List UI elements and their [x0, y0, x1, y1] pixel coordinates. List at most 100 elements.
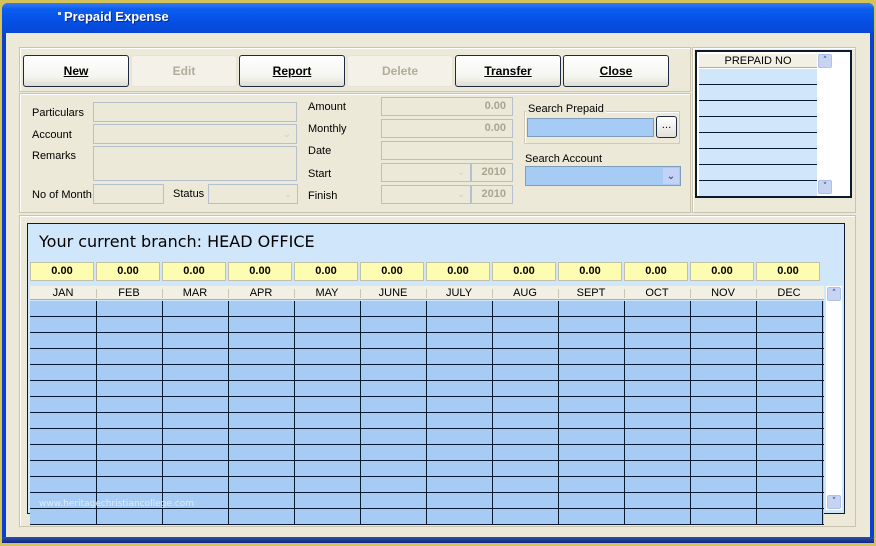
- grid-cell-oct[interactable]: [624, 317, 691, 333]
- grid-cell-feb[interactable]: [96, 477, 163, 493]
- grid-cell-dec[interactable]: [756, 493, 823, 509]
- grid-cell-july[interactable]: [426, 333, 493, 349]
- grid-cell-july[interactable]: [426, 445, 493, 461]
- grid-cell-nov[interactable]: [690, 317, 757, 333]
- grid-cell-aug[interactable]: [492, 301, 559, 317]
- column-header-nov[interactable]: NOV: [690, 286, 756, 300]
- grid-cell-aug[interactable]: [492, 461, 559, 477]
- table-row[interactable]: [30, 413, 824, 429]
- grid-cell-oct[interactable]: [624, 445, 691, 461]
- prepaid-list-row[interactable]: [699, 117, 817, 133]
- prepaid-no-column-header[interactable]: PREPAID NO: [699, 54, 817, 68]
- grid-cell-mar[interactable]: [162, 445, 229, 461]
- grid-cell-aug[interactable]: [492, 493, 559, 509]
- grid-cell-jan[interactable]: [30, 365, 97, 381]
- grid-cell-nov[interactable]: [690, 445, 757, 461]
- table-row[interactable]: [30, 381, 824, 397]
- grid-cell-dec[interactable]: [756, 301, 823, 317]
- grid-cell-july[interactable]: [426, 349, 493, 365]
- grid-cell-aug[interactable]: [492, 445, 559, 461]
- table-row[interactable]: [30, 317, 824, 333]
- grid-cell-feb[interactable]: [96, 365, 163, 381]
- grid-cell-mar[interactable]: [162, 477, 229, 493]
- scroll-down-icon[interactable]: ˅: [818, 180, 832, 194]
- title-bar[interactable]: Prepaid Expense: [2, 3, 874, 33]
- grid-cell-june[interactable]: [360, 509, 427, 525]
- grid-cell-jan[interactable]: [30, 509, 97, 525]
- column-separator[interactable]: [360, 289, 361, 298]
- grid-cell-oct[interactable]: [624, 493, 691, 509]
- grid-cell-sept[interactable]: [558, 301, 625, 317]
- grid-cell-dec[interactable]: [756, 445, 823, 461]
- grid-cell-feb[interactable]: [96, 509, 163, 525]
- table-row[interactable]: [30, 365, 824, 381]
- grid-cell-oct[interactable]: [624, 397, 691, 413]
- grid-cell-nov[interactable]: [690, 301, 757, 317]
- grid-cell-jan[interactable]: [30, 477, 97, 493]
- grid-cell-apr[interactable]: [228, 381, 295, 397]
- grid-cell-nov[interactable]: [690, 509, 757, 525]
- grid-cell-aug[interactable]: [492, 365, 559, 381]
- grid-cell-may[interactable]: [294, 333, 361, 349]
- grid-cell-june[interactable]: [360, 349, 427, 365]
- grid-cell-mar[interactable]: [162, 397, 229, 413]
- grid-cell-may[interactable]: [294, 301, 361, 317]
- grid-cell-apr[interactable]: [228, 477, 295, 493]
- grid-cell-oct[interactable]: [624, 413, 691, 429]
- column-header-oct[interactable]: OCT: [624, 286, 690, 300]
- column-header-mar[interactable]: MAR: [162, 286, 228, 300]
- grid-cell-sept[interactable]: [558, 333, 625, 349]
- delete-button[interactable]: Delete: [347, 55, 453, 87]
- grid-cell-oct[interactable]: [624, 461, 691, 477]
- grid-cell-aug[interactable]: [492, 317, 559, 333]
- grid-cell-sept[interactable]: [558, 381, 625, 397]
- grid-cell-aug[interactable]: [492, 381, 559, 397]
- grid-cell-may[interactable]: [294, 477, 361, 493]
- column-separator[interactable]: [624, 289, 625, 298]
- grid-cell-may[interactable]: [294, 397, 361, 413]
- grid-cell-jan[interactable]: [30, 461, 97, 477]
- grid-cell-dec[interactable]: [756, 477, 823, 493]
- amount-input[interactable]: 0.00: [381, 97, 513, 116]
- column-header-sept[interactable]: SEPT: [558, 286, 624, 300]
- grid-cell-nov[interactable]: [690, 333, 757, 349]
- column-separator[interactable]: [96, 289, 97, 298]
- grid-cell-apr[interactable]: [228, 317, 295, 333]
- prepaid-list-scrollbar[interactable]: ˄ ˅: [818, 53, 834, 195]
- grid-cell-june[interactable]: [360, 429, 427, 445]
- date-input[interactable]: [381, 141, 513, 160]
- grid-cell-dec[interactable]: [756, 509, 823, 525]
- grid-cell-nov[interactable]: [690, 365, 757, 381]
- column-separator[interactable]: [492, 289, 493, 298]
- grid-cell-sept[interactable]: [558, 413, 625, 429]
- column-separator[interactable]: [756, 289, 757, 298]
- grid-cell-apr[interactable]: [228, 365, 295, 381]
- column-header-dec[interactable]: DEC: [756, 286, 822, 300]
- column-header-aug[interactable]: AUG: [492, 286, 558, 300]
- grid-cell-mar[interactable]: [162, 413, 229, 429]
- grid-cell-july[interactable]: [426, 365, 493, 381]
- grid-cell-july[interactable]: [426, 429, 493, 445]
- column-separator[interactable]: [558, 289, 559, 298]
- grid-cell-july[interactable]: [426, 317, 493, 333]
- grid-cell-feb[interactable]: [96, 429, 163, 445]
- scroll-up-icon[interactable]: ˄: [827, 287, 841, 301]
- grid-cell-may[interactable]: [294, 461, 361, 477]
- scroll-down-icon[interactable]: ˅: [827, 495, 841, 509]
- grid-cell-oct[interactable]: [624, 365, 691, 381]
- remarks-textarea[interactable]: [93, 146, 297, 181]
- column-separator[interactable]: [228, 289, 229, 298]
- grid-cell-oct[interactable]: [624, 509, 691, 525]
- search-prepaid-input[interactable]: [527, 118, 654, 137]
- report-button[interactable]: Report: [239, 55, 345, 87]
- grid-cell-june[interactable]: [360, 381, 427, 397]
- grid-cell-apr[interactable]: [228, 429, 295, 445]
- transfer-button[interactable]: Transfer: [455, 55, 561, 87]
- column-separator[interactable]: [426, 289, 427, 298]
- table-row[interactable]: [30, 301, 824, 317]
- grid-cell-nov[interactable]: [690, 477, 757, 493]
- start-year-input[interactable]: 2010: [471, 163, 513, 182]
- grid-cell-aug[interactable]: [492, 477, 559, 493]
- grid-cell-jan[interactable]: [30, 429, 97, 445]
- grid-cell-feb[interactable]: [96, 301, 163, 317]
